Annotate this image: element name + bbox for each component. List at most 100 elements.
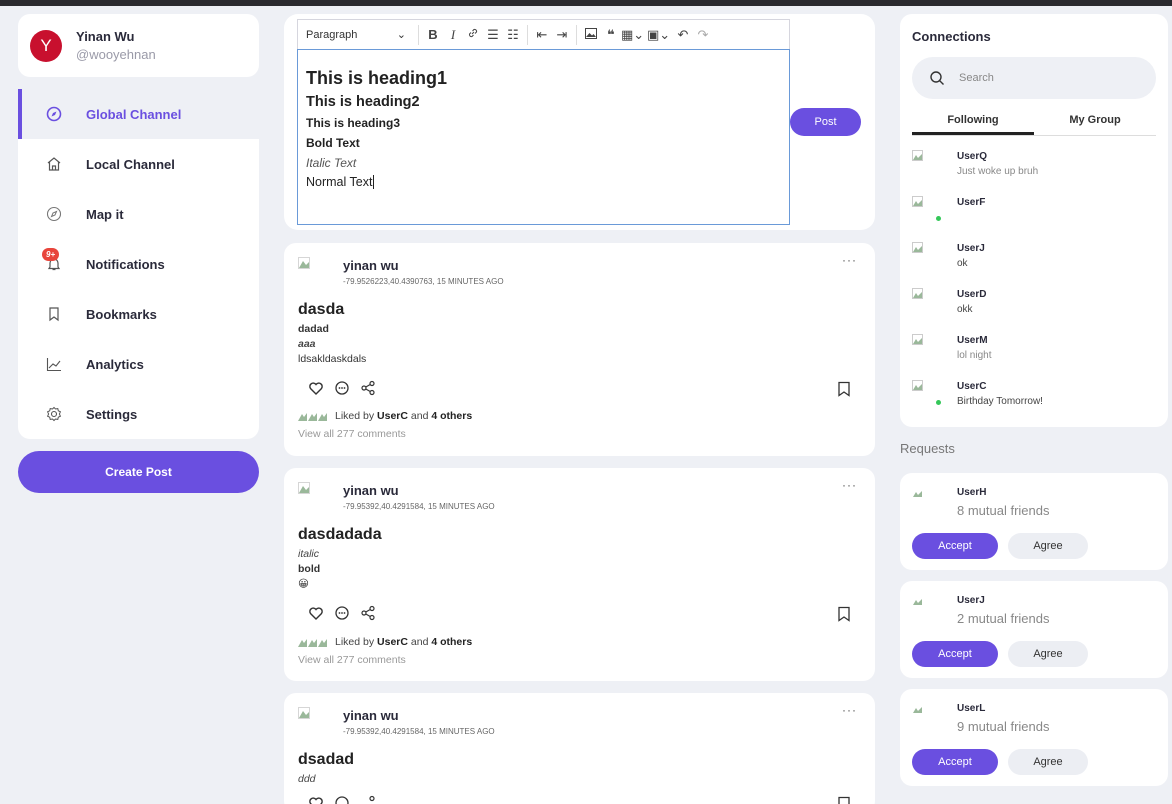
- friend-request: UserL 9 mutual friends Accept Agree: [900, 689, 1168, 786]
- liked-and: and: [410, 636, 429, 648]
- share-icon[interactable]: [360, 605, 376, 621]
- more-options-icon[interactable]: ···: [842, 703, 857, 717]
- sidebar-item-notifications[interactable]: 9+ Notifications: [18, 239, 259, 289]
- table-icon[interactable]: ▦⌄: [621, 27, 644, 43]
- sidebar-item-map-it[interactable]: Map it: [18, 189, 259, 239]
- connection-item[interactable]: UserC Birthday Tomorrow!: [912, 377, 1156, 423]
- undo-icon[interactable]: ↶: [673, 27, 693, 43]
- connections-search[interactable]: [912, 57, 1156, 99]
- image-icon[interactable]: [581, 27, 601, 42]
- request-name[interactable]: UserJ: [957, 595, 985, 606]
- connection-status: okk: [957, 304, 973, 315]
- comment-icon[interactable]: [334, 380, 350, 396]
- post-actions: [308, 795, 376, 804]
- connection-item[interactable]: UserM lol night: [912, 331, 1156, 377]
- connections-tabs: Following My Group: [912, 106, 1156, 136]
- blockquote-icon[interactable]: ❝: [601, 27, 621, 43]
- liked-others: 4 others: [431, 636, 473, 648]
- editor-content-area[interactable]: This is heading1 This is heading2 This i…: [297, 49, 790, 225]
- search-input[interactable]: [959, 72, 1139, 84]
- profile-card[interactable]: Y Yinan Wu @wooyehnan: [18, 14, 259, 77]
- media-embed-icon[interactable]: ▣⌄: [647, 27, 670, 43]
- bookmark-button[interactable]: [837, 796, 851, 804]
- liker-avatar-icon: [308, 411, 317, 421]
- accept-button[interactable]: Accept: [912, 533, 998, 559]
- friend-request: UserJ 2 mutual friends Accept Agree: [900, 581, 1168, 678]
- broken-image-icon: [298, 257, 310, 269]
- post-button[interactable]: Post: [790, 108, 861, 136]
- post-author[interactable]: yinan wu: [343, 708, 399, 723]
- post-line: dadad: [298, 323, 329, 335]
- liked-by[interactable]: Liked by UserC and 4 others: [298, 636, 472, 648]
- bookmark-button[interactable]: [837, 381, 851, 402]
- outdent-icon[interactable]: ⇤: [532, 27, 552, 43]
- avatar: Y: [30, 29, 62, 62]
- bullet-list-icon[interactable]: ☰: [483, 27, 503, 43]
- request-name[interactable]: UserH: [957, 487, 986, 498]
- request-name[interactable]: UserL: [957, 703, 985, 714]
- profile-name: Yinan Wu: [76, 29, 135, 44]
- bookmark-icon: [46, 306, 62, 322]
- more-options-icon[interactable]: ···: [842, 478, 857, 492]
- connections-list: UserQ Just woke up bruh UserF UserJ ok U…: [912, 147, 1156, 423]
- compass-icon: [46, 206, 62, 222]
- profile-handle: @wooyehnan: [76, 47, 156, 62]
- post-body: dsadad ddd: [298, 751, 354, 788]
- connection-item[interactable]: UserD okk: [912, 285, 1156, 331]
- heart-icon[interactable]: [308, 380, 324, 396]
- bookmark-button[interactable]: [837, 606, 851, 627]
- liked-by[interactable]: Liked by UserC and 4 others: [298, 410, 472, 422]
- accept-button[interactable]: Accept: [912, 641, 998, 667]
- more-options-icon[interactable]: ···: [842, 253, 857, 267]
- connections-panel: Connections Following My Group UserQ Jus…: [900, 14, 1168, 427]
- agree-button[interactable]: Agree: [1008, 533, 1088, 559]
- view-comments-link[interactable]: View all 277 comments: [298, 654, 406, 666]
- agree-button[interactable]: Agree: [1008, 641, 1088, 667]
- view-comments-link[interactable]: View all 277 comments: [298, 428, 406, 440]
- post-author[interactable]: yinan wu: [343, 258, 399, 273]
- sidebar-item-bookmarks[interactable]: Bookmarks: [18, 289, 259, 339]
- broken-image-icon: [913, 491, 922, 497]
- liked-user: UserC: [377, 636, 408, 648]
- link-icon[interactable]: [463, 27, 483, 42]
- indent-icon[interactable]: ⇥: [552, 27, 572, 43]
- connection-item[interactable]: UserQ Just woke up bruh: [912, 147, 1156, 193]
- bookmark-icon: [838, 796, 850, 804]
- home-icon: [46, 156, 62, 172]
- agree-button[interactable]: Agree: [1008, 749, 1088, 775]
- numbered-list-icon[interactable]: ☷: [503, 27, 523, 43]
- share-icon[interactable]: [360, 795, 376, 804]
- online-indicator: [936, 216, 941, 221]
- sidebar-item-analytics[interactable]: Analytics: [18, 339, 259, 389]
- create-post-button[interactable]: Create Post: [18, 451, 259, 493]
- accept-button[interactable]: Accept: [912, 749, 998, 775]
- post-line: ldsakldaskdals: [298, 353, 367, 365]
- bookmark-icon: [838, 381, 850, 397]
- broken-image-icon: [298, 707, 310, 719]
- post-actions: [308, 380, 376, 396]
- bold-icon[interactable]: B: [423, 27, 443, 42]
- heart-icon[interactable]: [308, 795, 324, 804]
- connection-status: Birthday Tomorrow!: [957, 396, 1043, 407]
- heart-icon[interactable]: [308, 605, 324, 621]
- sidebar-item-settings[interactable]: Settings: [18, 389, 259, 439]
- tab-my-group[interactable]: My Group: [1034, 106, 1156, 135]
- editor-normal-text: Normal Text: [306, 175, 375, 189]
- connection-item[interactable]: UserF: [912, 193, 1156, 239]
- sidebar-item-local-channel[interactable]: Local Channel: [18, 139, 259, 189]
- connection-item[interactable]: UserJ ok: [912, 239, 1156, 285]
- connection-name: UserM: [957, 335, 988, 346]
- online-indicator: [936, 400, 941, 405]
- broken-image-icon: [913, 707, 922, 713]
- comment-icon[interactable]: [334, 605, 350, 621]
- italic-icon[interactable]: I: [443, 27, 463, 43]
- redo-icon[interactable]: ↷: [693, 27, 713, 43]
- block-format-select[interactable]: Paragraph ⌄: [306, 28, 406, 42]
- share-icon[interactable]: [360, 380, 376, 396]
- sidebar-item-global-channel[interactable]: Global Channel: [18, 89, 259, 139]
- post-author[interactable]: yinan wu: [343, 483, 399, 498]
- feed-post: yinan wu -79.95392,40.4291584, 15 MINUTE…: [284, 468, 875, 681]
- comment-icon[interactable]: [334, 795, 350, 804]
- tab-following[interactable]: Following: [912, 106, 1034, 135]
- post-title: dsadad: [298, 751, 355, 768]
